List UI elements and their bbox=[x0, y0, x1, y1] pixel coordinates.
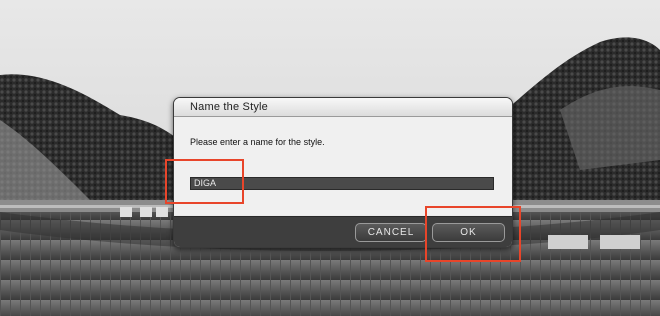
dialog-titlebar[interactable]: Name the Style bbox=[174, 98, 512, 117]
dialog-content: Please enter a name for the style. DIGA bbox=[174, 117, 512, 215]
dialog-footer: CANCEL OK bbox=[174, 216, 512, 247]
ok-button[interactable]: OK bbox=[432, 223, 505, 242]
cancel-button[interactable]: CANCEL bbox=[355, 223, 427, 242]
name-style-dialog: Name the Style Please enter a name for t… bbox=[173, 97, 513, 248]
dialog-title: Name the Style bbox=[190, 101, 269, 113]
dialog-prompt: Please enter a name for the style. bbox=[190, 137, 325, 147]
style-name-input[interactable]: DIGA bbox=[190, 177, 494, 190]
